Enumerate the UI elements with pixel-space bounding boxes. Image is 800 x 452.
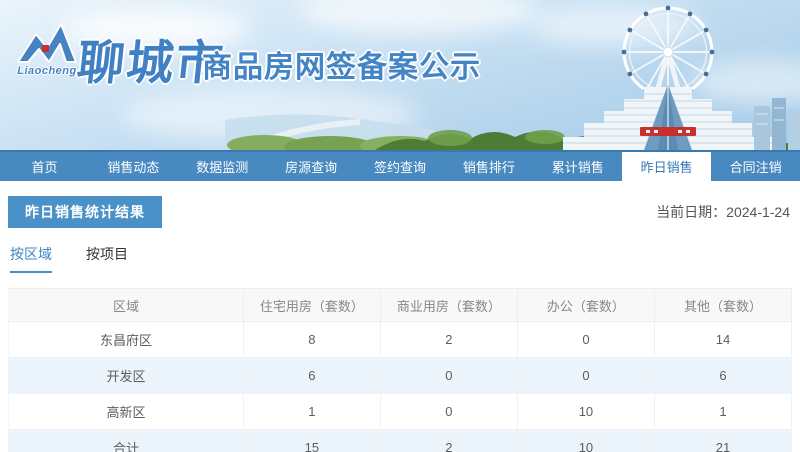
current-date-value: 2024-1-24 <box>726 204 790 220</box>
current-date: 当前日期：2024-1-24 <box>656 202 790 222</box>
table-header-row: 区域 住宅用房（套数） 商业用房（套数） 办公（套数） 其他（套数） <box>8 288 793 322</box>
column-header-region: 区域 <box>8 288 244 322</box>
column-header-other: 其他（套数） <box>653 288 793 322</box>
site-banner: Liaocheng 聊城市 商品房网签备案公示 <box>0 0 800 150</box>
cell-residential: 8 <box>242 321 381 358</box>
table-row: 高新区 1 0 10 1 <box>8 393 793 430</box>
table-row-total: 合计 15 2 10 21 <box>8 429 793 452</box>
cell-other: 14 <box>653 321 793 358</box>
logo-english-text: Liaocheng <box>17 65 77 77</box>
right-towers <box>754 98 800 150</box>
cell-commercial: 2 <box>379 429 518 452</box>
cell-other: 6 <box>653 357 793 394</box>
nav-item-listing-search[interactable]: 房源查询 <box>267 152 356 181</box>
site-logo: Liaocheng <box>12 18 82 77</box>
nav-item-yesterday-sales[interactable]: 昨日销售 <box>622 152 712 181</box>
column-header-office: 办公（套数） <box>516 288 655 322</box>
cell-commercial: 0 <box>379 357 518 394</box>
nav-item-total-sales[interactable]: 累计销售 <box>533 152 622 181</box>
nav-item-contract-search[interactable]: 签约查询 <box>356 152 445 181</box>
stepped-building <box>563 84 772 150</box>
column-header-commercial: 商业用房（套数） <box>379 288 518 322</box>
current-date-label: 当前日期： <box>656 204 727 220</box>
main-nav: 首页 销售动态 数据监测 房源查询 签约查询 销售排行 累计销售 昨日销售 合同… <box>0 150 800 181</box>
sales-statistics-table: 区域 住宅用房（套数） 商业用房（套数） 办公（套数） 其他（套数） 东昌府区 … <box>8 288 793 452</box>
cell-region: 高新区 <box>8 393 244 430</box>
site-title: 商品房网签备案公示 <box>202 51 481 84</box>
nav-item-sales-news[interactable]: 销售动态 <box>89 152 178 181</box>
view-tabs: 按区域 按项目 <box>8 244 792 273</box>
cell-region: 东昌府区 <box>8 321 244 358</box>
table-row: 东昌府区 8 2 0 14 <box>8 321 793 358</box>
cell-office: 10 <box>516 429 655 452</box>
nav-item-sales-ranking[interactable]: 销售排行 <box>444 152 533 181</box>
nav-item-contract-cancel[interactable]: 合同注销 <box>711 152 800 181</box>
cell-region: 开发区 <box>8 357 244 394</box>
cell-residential: 15 <box>242 429 381 452</box>
cell-commercial: 2 <box>379 321 518 358</box>
mountain-logo-icon <box>17 23 77 63</box>
cell-other: 1 <box>653 393 793 430</box>
cell-commercial: 0 <box>379 393 518 430</box>
cell-office: 10 <box>516 393 655 430</box>
cell-region: 合计 <box>8 429 244 452</box>
cell-office: 0 <box>516 321 655 358</box>
nav-item-home[interactable]: 首页 <box>0 152 89 181</box>
cell-residential: 1 <box>242 393 381 430</box>
cell-other: 21 <box>653 429 793 452</box>
cell-residential: 6 <box>242 357 381 394</box>
column-header-residential: 住宅用房（套数） <box>242 288 381 322</box>
table-row: 开发区 6 0 0 6 <box>8 357 793 394</box>
tab-by-project[interactable]: 按项目 <box>86 244 128 273</box>
main-content: 昨日销售统计结果 当前日期：2024-1-24 按区域 按项目 区域 住宅用房（… <box>0 196 800 452</box>
section-title-badge: 昨日销售统计结果 <box>8 196 162 228</box>
tab-by-region[interactable]: 按区域 <box>10 244 52 273</box>
cell-office: 0 <box>516 357 655 394</box>
nav-item-data-monitor[interactable]: 数据监测 <box>178 152 267 181</box>
